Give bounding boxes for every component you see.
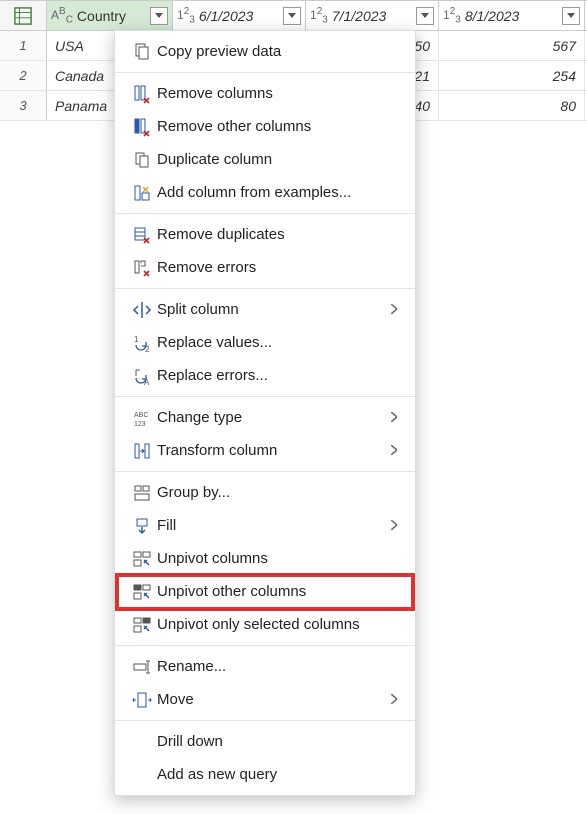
menu-add-from-examples[interactable]: Add column from examples...	[115, 176, 415, 209]
column-label: 7/1/2023	[332, 8, 414, 24]
menu-separator	[115, 288, 415, 289]
filter-dropdown[interactable]	[283, 7, 301, 25]
menu-separator	[115, 72, 415, 73]
chevron-right-icon	[391, 301, 403, 318]
unpivot-icon	[127, 549, 157, 569]
column-header-date2[interactable]: 123 7/1/2023	[306, 1, 439, 30]
table-header: ABC Country 123 6/1/2023 123 7/1/2023 12…	[0, 1, 587, 31]
remove-duplicates-icon	[127, 225, 157, 245]
menu-separator	[115, 213, 415, 214]
menu-remove-duplicates[interactable]: Remove duplicates	[115, 218, 415, 251]
menu-rename[interactable]: Rename...	[115, 650, 415, 683]
split-icon	[127, 300, 157, 320]
chevron-right-icon	[391, 517, 403, 534]
unpivot-selected-icon	[127, 615, 157, 635]
menu-separator	[115, 645, 415, 646]
menu-separator	[115, 396, 415, 397]
column-header-date1[interactable]: 123 6/1/2023	[173, 1, 306, 30]
chevron-right-icon	[391, 409, 403, 426]
chevron-right-icon	[391, 691, 403, 708]
menu-copy-preview[interactable]: Copy preview data	[115, 35, 415, 68]
move-icon	[127, 690, 157, 710]
menu-remove-errors[interactable]: Remove errors	[115, 251, 415, 284]
type-number-icon: 123	[177, 6, 195, 25]
duplicate-icon	[127, 150, 157, 170]
transform-icon	[127, 441, 157, 461]
change-type-icon: ABC 123	[127, 408, 157, 428]
column-label: 8/1/2023	[465, 8, 560, 24]
menu-unpivot-selected-columns[interactable]: Unpivot only selected columns	[115, 608, 415, 641]
menu-replace-errors[interactable]: A Replace errors...	[115, 359, 415, 392]
remove-other-columns-icon	[127, 117, 157, 137]
filter-dropdown[interactable]	[150, 7, 168, 25]
menu-transform-column[interactable]: Transform column	[115, 434, 415, 467]
row-number: 3	[0, 91, 47, 120]
remove-columns-icon	[127, 84, 157, 104]
replace-errors-icon: A	[127, 366, 157, 386]
table-options-icon[interactable]	[0, 1, 47, 30]
menu-fill[interactable]: Fill	[115, 509, 415, 542]
row-number: 1	[0, 31, 47, 60]
svg-text:ABC: ABC	[134, 412, 148, 419]
menu-unpivot-other-columns[interactable]: Unpivot other columns	[115, 575, 415, 608]
type-text-icon: ABC	[51, 6, 73, 25]
menu-separator	[115, 471, 415, 472]
rename-icon	[127, 657, 157, 677]
group-by-icon	[127, 483, 157, 503]
column-label: Country	[77, 8, 148, 24]
menu-replace-values[interactable]: 12 Replace values...	[115, 326, 415, 359]
column-header-country[interactable]: ABC Country	[47, 1, 173, 30]
filter-dropdown[interactable]	[562, 7, 580, 25]
row-number: 2	[0, 61, 47, 90]
menu-move[interactable]: Move	[115, 683, 415, 716]
menu-split-column[interactable]: Split column	[115, 293, 415, 326]
column-header-date3[interactable]: 123 8/1/2023	[439, 1, 585, 30]
menu-remove-other-columns[interactable]: Remove other columns	[115, 110, 415, 143]
unpivot-other-icon	[127, 582, 157, 602]
context-menu: Copy preview data Remove columns Remove …	[114, 30, 416, 796]
column-label: 6/1/2023	[199, 8, 281, 24]
type-number-icon: 123	[443, 6, 461, 25]
menu-add-as-new-query[interactable]: Add as new query	[115, 758, 415, 791]
cell-value[interactable]: 254	[439, 61, 585, 90]
menu-change-type[interactable]: ABC123 Change type	[115, 401, 415, 434]
add-column-icon	[127, 183, 157, 203]
menu-duplicate-column[interactable]: Duplicate column	[115, 143, 415, 176]
menu-remove-columns[interactable]: Remove columns	[115, 77, 415, 110]
svg-text:1: 1	[134, 335, 139, 344]
cell-value[interactable]: 80	[439, 91, 585, 120]
svg-text:2: 2	[145, 345, 150, 353]
menu-drill-down[interactable]: Drill down	[115, 725, 415, 758]
replace-values-icon: 12	[127, 333, 157, 353]
type-number-icon: 123	[310, 6, 328, 25]
chevron-right-icon	[391, 442, 403, 459]
remove-errors-icon	[127, 258, 157, 278]
menu-unpivot-columns[interactable]: Unpivot columns	[115, 542, 415, 575]
filter-dropdown[interactable]	[416, 7, 434, 25]
svg-text:123: 123	[134, 421, 146, 428]
copy-icon	[127, 42, 157, 62]
fill-icon	[127, 516, 157, 536]
svg-text:A: A	[144, 378, 150, 386]
cell-value[interactable]: 567	[439, 31, 585, 60]
menu-group-by[interactable]: Group by...	[115, 476, 415, 509]
menu-separator	[115, 720, 415, 721]
